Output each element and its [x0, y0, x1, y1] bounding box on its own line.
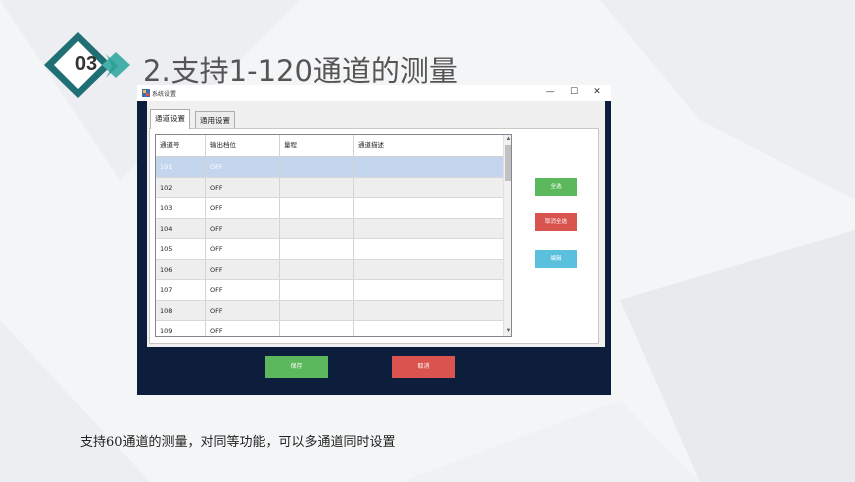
range-cell[interactable] [280, 300, 354, 320]
close-button[interactable]: ✕ [587, 86, 607, 99]
scroll-down-icon[interactable]: ▼ [504, 327, 511, 336]
column-header-channel[interactable]: 通道号 [156, 135, 206, 156]
minimize-button[interactable]: — [540, 86, 560, 99]
channel-cell: 106 [156, 259, 206, 279]
output-cell[interactable]: OFF [206, 259, 280, 279]
range-cell[interactable] [280, 239, 354, 259]
channel-cell: 107 [156, 280, 206, 300]
channel-cell: 105 [156, 239, 206, 259]
deselect-all-button[interactable]: 取消全选 [535, 213, 577, 231]
scrollbar-thumb[interactable] [505, 145, 511, 181]
table-row[interactable]: 107 OFF [156, 280, 503, 301]
output-cell[interactable]: OFF [206, 218, 280, 238]
description-cell[interactable] [354, 301, 503, 321]
slide-title: 2.支持1-120通道的测量 [143, 54, 458, 88]
column-header-output[interactable]: 输出档位 [206, 135, 280, 156]
app-screenshot: 系统设置 — ☐ ✕ 通道设置 通用设置 通道号 输出档位 量程 通道描述 10… [137, 85, 611, 395]
tab-general-settings[interactable]: 通用设置 [195, 111, 235, 128]
description-cell[interactable] [354, 198, 503, 218]
cancel-button[interactable]: 取消 [392, 356, 455, 378]
channel-cell: 109 [156, 321, 206, 336]
channel-cell: 108 [156, 300, 206, 320]
description-cell[interactable] [354, 239, 503, 259]
range-cell[interactable] [280, 198, 354, 218]
table-row[interactable]: 103 OFF [156, 198, 503, 219]
table-row[interactable]: 106 OFF [156, 259, 503, 280]
table-row[interactable]: 104 OFF [156, 218, 503, 239]
channel-cell: 104 [156, 218, 206, 238]
channel-cell: 101 [156, 157, 206, 177]
table-row[interactable]: 102 OFF [156, 177, 503, 198]
select-all-button[interactable]: 全选 [535, 178, 577, 196]
output-cell[interactable]: OFF [206, 239, 280, 259]
output-cell[interactable]: OFF [206, 157, 280, 177]
table-row[interactable]: 105 OFF [156, 239, 503, 260]
description-cell[interactable] [354, 321, 503, 336]
window-title: 系统设置 [152, 91, 177, 98]
save-button[interactable]: 保存 [265, 356, 328, 378]
grid-scrollbar[interactable]: ▲ ▼ [503, 135, 511, 336]
maximize-button[interactable]: ☐ [564, 86, 584, 99]
column-header-range[interactable]: 量程 [280, 135, 354, 156]
edit-button[interactable]: 编辑 [535, 250, 577, 268]
grid-header: 通道号 输出档位 量程 通道描述 [156, 135, 503, 157]
scroll-up-icon[interactable]: ▲ [504, 135, 511, 144]
window-titlebar: 系统设置 — ☐ ✕ [137, 85, 611, 101]
tab-panel: 通道号 输出档位 量程 通道描述 101 OFF 102 OFF 103 OFF… [149, 128, 599, 344]
output-cell[interactable]: OFF [206, 280, 280, 300]
app-icon [142, 89, 150, 97]
output-cell[interactable]: OFF [206, 177, 280, 197]
output-cell[interactable]: OFF [206, 321, 280, 336]
range-cell[interactable] [280, 280, 354, 300]
range-cell[interactable] [280, 177, 354, 197]
range-cell[interactable] [280, 157, 354, 177]
table-row[interactable]: 108 OFF [156, 300, 503, 321]
description-cell[interactable] [354, 219, 503, 239]
description-cell[interactable] [354, 260, 503, 280]
range-cell[interactable] [280, 321, 354, 336]
section-number: 03 [74, 53, 98, 75]
settings-dialog: 通道设置 通用设置 通道号 输出档位 量程 通道描述 101 OFF 102 O… [147, 101, 605, 347]
channel-cell: 103 [156, 198, 206, 218]
description-cell[interactable] [354, 157, 503, 177]
description-cell[interactable] [354, 178, 503, 198]
output-cell[interactable]: OFF [206, 300, 280, 320]
column-header-description[interactable]: 通道描述 [354, 135, 503, 156]
output-cell[interactable]: OFF [206, 198, 280, 218]
slide-caption: 支持60通道的测量，对同等功能，可以多通道同时设置 [80, 435, 396, 450]
table-row[interactable]: 101 OFF [156, 157, 503, 178]
tab-channel-settings[interactable]: 通道设置 [150, 109, 190, 129]
range-cell[interactable] [280, 218, 354, 238]
channel-cell: 102 [156, 177, 206, 197]
range-cell[interactable] [280, 259, 354, 279]
channel-grid: 通道号 输出档位 量程 通道描述 101 OFF 102 OFF 103 OFF… [155, 134, 512, 337]
table-row[interactable]: 109 OFF [156, 321, 503, 336]
description-cell[interactable] [354, 280, 503, 300]
